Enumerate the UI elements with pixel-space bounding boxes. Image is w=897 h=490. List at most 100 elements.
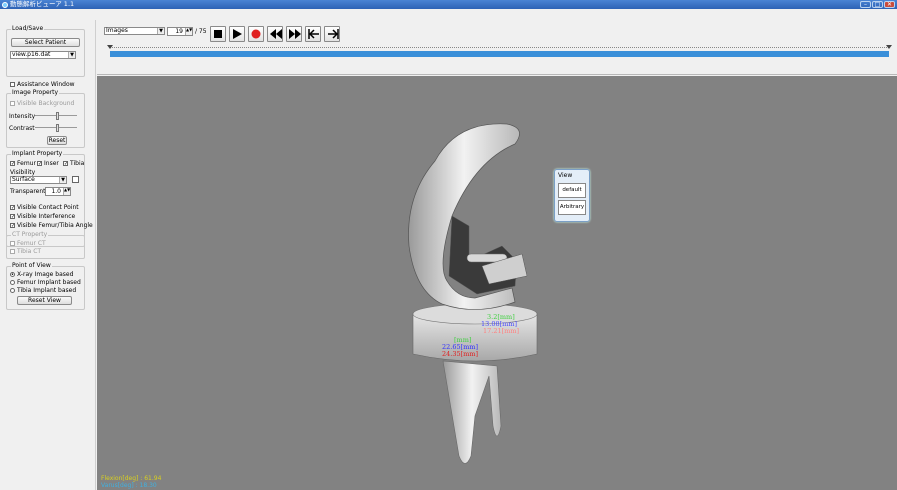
3d-viewport[interactable]: 3.2[mm] 13.08[mm] 17.21[mm] [mm] 22.65[m… [97,76,897,490]
fast-forward-icon [289,29,301,39]
skip-to-end-button[interactable] [324,26,340,42]
visible-femur-tibia-angle-label: Visible Femur/Tibia Angle [17,222,93,229]
slider-thumb[interactable] [56,112,59,120]
view-popup-title: View [558,172,573,179]
frame-current: 19 [175,28,183,35]
left-control-panel: Load/Save Select Patient view.p16.dat ▼ … [0,20,96,490]
checkbox-box [10,101,15,106]
ct-property-group: CT Property Femur CT Tibia CT [6,231,85,259]
skip-to-start-button[interactable] [305,26,321,42]
slider-thumb[interactable] [56,124,59,132]
rewind-button[interactable] [267,26,283,42]
reset-image-button[interactable]: Reset [47,136,67,145]
femur-ct-checkbox[interactable]: Femur CT [10,240,46,247]
frame-total: / 75 [195,28,207,35]
checkbox-box [10,241,15,246]
default-view-button[interactable]: default [558,183,586,198]
checkmark-icon: ✓ [10,205,16,211]
ct-property-title: CT Property [11,231,49,238]
femur-implant-label: Femur Implant based [17,279,81,286]
visible-background-label: Visible Background [17,100,75,107]
timeline-track[interactable] [110,51,889,57]
maximize-button[interactable]: □ [872,1,883,8]
visible-contact-point-checkbox[interactable]: ✓ Visible Contact Point [10,204,79,211]
chevron-down-icon: ▼ [68,52,75,58]
assistance-window-label: Assistance Window [17,81,75,88]
record-button[interactable] [248,26,264,42]
visibility-value: Surface [12,176,35,183]
window-controls: – □ ✕ [860,1,895,8]
image-property-group: Image Property Visible Background Intens… [6,89,85,148]
frame-timeline[interactable] [107,45,892,59]
rewind-icon [270,29,282,39]
checkmark-icon: ✓ [37,161,43,167]
load-save-title: Load/Save [11,25,45,32]
mode-select-value: Images [106,27,128,34]
intensity-label: Intensity [9,113,36,120]
xray-radio[interactable]: • X-ray Image based [10,271,73,278]
select-patient-button[interactable]: Select Patient [11,38,80,47]
visible-background-checkbox[interactable]: Visible Background [10,100,74,107]
varus-readout: Varus[deg] : 18.30 [101,482,157,489]
minimize-button[interactable]: – [860,1,871,8]
visible-femur-tibia-angle-checkbox[interactable]: ✓ Visible Femur/Tibia Angle [10,222,93,229]
femur-checkbox[interactable]: ✓ Femur [10,160,36,167]
checkbox-box [10,82,15,87]
xray-label: X-ray Image based [17,271,74,278]
contrast-label: Contrast [9,125,35,132]
point-of-view-title: Point of View [11,262,52,269]
knee-implant-render [408,123,538,464]
range-end-marker-icon[interactable] [886,45,892,49]
intensity-slider[interactable] [35,112,77,120]
femur-implant-radio[interactable]: Femur Implant based [10,279,81,286]
visible-interference-label: Visible Interference [17,213,76,220]
tibia-ct-checkbox[interactable]: Tibia CT [10,248,41,255]
checkmark-icon: ✓ [10,223,16,229]
stop-button[interactable] [210,26,226,42]
frame-spinner[interactable]: 19 ▲▼ [167,27,193,36]
stop-icon [214,30,222,38]
color-swatch[interactable] [72,176,79,183]
skip-to-end-icon [328,29,339,39]
flexion-readout: Flexion[deg] : 61.94 [101,475,162,482]
window-title: 動態解析ビューア 1.1 [10,0,75,8]
chevron-down-icon: ▼ [157,28,164,34]
spinner-arrows-icon[interactable]: ▲▼ [63,188,70,195]
play-icon [233,29,242,39]
radio-selected-icon: • [10,272,15,278]
tibia-label: Tibia [70,160,85,167]
arbitrary-view-button[interactable]: Arbitrary [558,200,586,215]
radio-icon [10,288,15,293]
close-button[interactable]: ✕ [884,1,895,8]
tibial-stem [442,360,502,464]
transparent-spinner[interactable]: 1.0 ▲▼ [45,187,71,196]
radio-icon [10,280,15,285]
visibility-select[interactable]: Surface ▼ [10,176,67,184]
assistance-window-checkbox[interactable]: Assistance Window [10,81,75,88]
transparent-label: Transparent [10,188,46,195]
skip-to-start-icon [308,29,319,39]
mode-select[interactable]: Images ▼ [104,27,165,35]
range-start-marker-icon[interactable] [107,45,113,49]
tibia-checkbox[interactable]: ✓ Tibia [63,160,84,167]
app-icon [2,1,8,8]
tibia-implant-label: Tibia Implant based [17,287,77,294]
visibility-label: Visibility [10,169,36,176]
checkmark-icon: ✓ [10,161,16,167]
visible-interference-checkbox[interactable]: ✓ Visible Interference [10,213,75,220]
image-property-title: Image Property [11,89,60,96]
tibia-implant-radio[interactable]: Tibia Implant based [10,287,76,294]
play-button[interactable] [229,26,245,42]
view-popup: View default Arbitrary [554,169,590,222]
file-select-value: view.p16.dat [12,51,51,58]
spinner-arrows-icon[interactable]: ▲▼ [185,28,192,35]
measure-lower-3: 24.35[mm] [442,350,479,358]
fast-forward-button[interactable] [286,26,302,42]
timeline-ticks [110,47,889,50]
file-select[interactable]: view.p16.dat ▼ [10,51,76,59]
inser-checkbox[interactable]: ✓ Inser [37,160,59,167]
checkbox-box [10,249,15,254]
reset-view-button[interactable]: Reset View [17,296,72,305]
inser-label: Inser [44,160,59,167]
contrast-slider[interactable] [35,124,77,132]
